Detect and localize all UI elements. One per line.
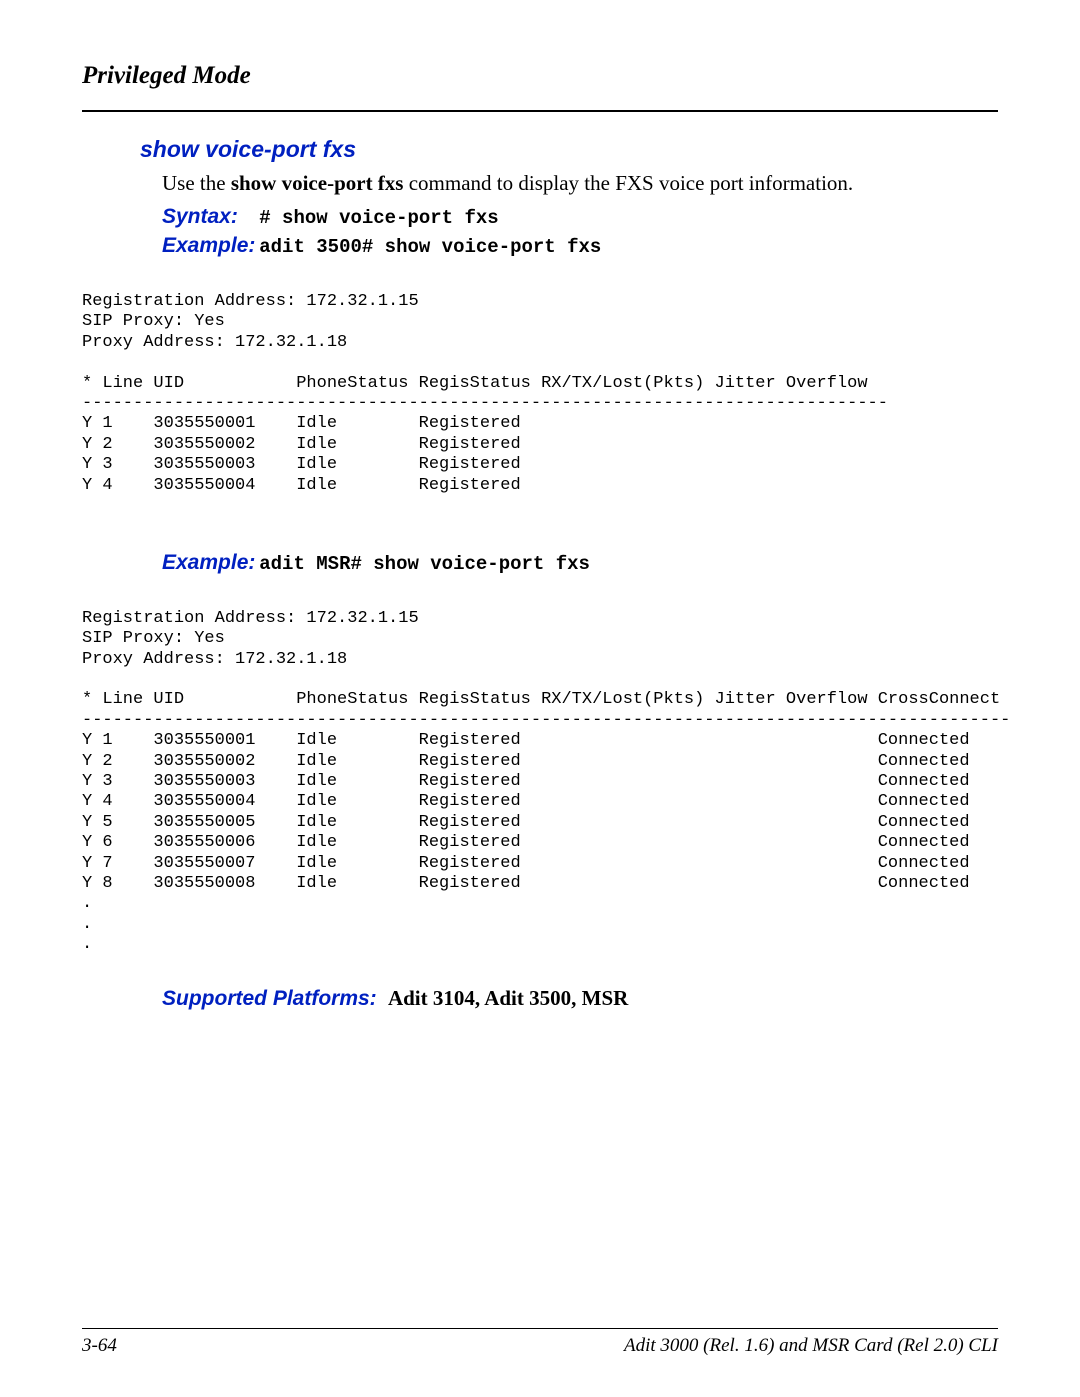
syntax-label: Syntax: xyxy=(162,205,254,229)
example2-row: Example: adit MSR# show voice-port fxs xyxy=(162,550,998,575)
example2-value: adit MSR# show voice-port fxs xyxy=(259,553,590,575)
desc-pre: Use the xyxy=(162,171,231,195)
desc-cmd: show voice-port fxs xyxy=(231,171,404,195)
output-block-2: Registration Address: 172.32.1.15 SIP Pr… xyxy=(82,609,998,956)
example1-value: adit 3500# show voice-port fxs xyxy=(259,236,601,258)
mode-heading: Privileged Mode xyxy=(82,62,998,90)
supported-label: Supported Platforms: xyxy=(162,987,377,1011)
example1-label: Example: xyxy=(162,234,254,258)
doc-title: Adit 3000 (Rel. 1.6) and MSR Card (Rel 2… xyxy=(624,1335,998,1357)
desc-post: command to display the FXS voice port in… xyxy=(403,171,853,195)
example1-row: Example: adit 3500# show voice-port fxs xyxy=(162,233,998,258)
supported-row: Supported Platforms: Adit 3104, Adit 350… xyxy=(162,986,998,1011)
footer-row: 3-64 Adit 3000 (Rel. 1.6) and MSR Card (… xyxy=(82,1335,998,1357)
footer-rule xyxy=(82,1328,998,1329)
section-title: show voice-port fxs xyxy=(140,136,998,163)
supported-value: Adit 3104, Adit 3500, MSR xyxy=(388,986,628,1010)
output-block-1: Registration Address: 172.32.1.15 SIP Pr… xyxy=(82,292,998,496)
example2-label: Example: xyxy=(162,551,254,575)
header-rule xyxy=(82,110,998,112)
syntax-value: # show voice-port fxs xyxy=(259,207,498,229)
syntax-row: Syntax: # show voice-port fxs xyxy=(162,204,998,229)
page-number: 3-64 xyxy=(82,1335,117,1357)
page: Privileged Mode show voice-port fxs Use … xyxy=(0,0,1080,1397)
description: Use the show voice-port fxs command to d… xyxy=(162,171,998,196)
footer: 3-64 Adit 3000 (Rel. 1.6) and MSR Card (… xyxy=(82,1328,998,1357)
